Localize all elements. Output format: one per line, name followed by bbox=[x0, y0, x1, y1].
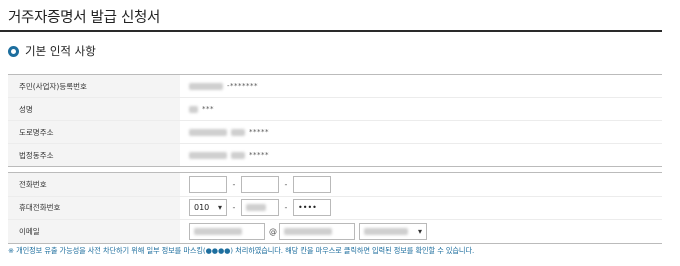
phone-separator: - bbox=[232, 179, 236, 189]
table-row: 주민(사업자)등록번호 -******* bbox=[8, 75, 662, 98]
mobile-prefix-value: 010 bbox=[194, 203, 210, 213]
chevron-down-icon: ▾ bbox=[217, 203, 222, 213]
email-fields: @ ▾ bbox=[180, 220, 662, 243]
table-row: 전화번호 - - bbox=[8, 173, 662, 197]
name-mask: *** bbox=[202, 105, 214, 113]
phone-separator: - bbox=[284, 179, 288, 189]
legal-address-value[interactable]: ***** bbox=[180, 144, 662, 166]
masking-notice: ※ 개인정보 유출 가능성을 사전 차단하기 위해 일부 정보를 마스킹(●●●… bbox=[8, 246, 475, 255]
mobile-middle-redacted bbox=[246, 204, 266, 212]
phone-label: 전화번호 bbox=[8, 173, 180, 196]
mobile-label: 휴대전화번호 bbox=[8, 196, 180, 219]
road-address-label: 도로명주소 bbox=[8, 121, 180, 143]
personal-info-table: 주민(사업자)등록번호 -******* 성명 *** 도로명주소 ***** … bbox=[8, 74, 662, 167]
mobile-last-input[interactable]: •••• bbox=[293, 199, 331, 217]
phone-last-input[interactable] bbox=[293, 175, 331, 193]
rrn-mask: -******* bbox=[227, 82, 259, 90]
section-bullet-icon bbox=[8, 45, 19, 57]
email-domain-input[interactable] bbox=[279, 222, 355, 240]
phone-middle-input[interactable] bbox=[241, 175, 279, 193]
name-label: 성명 bbox=[8, 98, 180, 120]
road-address-value[interactable]: ***** bbox=[180, 121, 662, 143]
table-row: 도로명주소 ***** bbox=[8, 121, 662, 144]
table-row: 법정동주소 ***** bbox=[8, 144, 662, 167]
email-domain-select[interactable]: ▾ bbox=[359, 222, 427, 240]
mobile-prefix-select[interactable]: 010 ▾ bbox=[189, 199, 227, 217]
email-label: 이메일 bbox=[8, 220, 180, 243]
legal-address-mask: ***** bbox=[249, 151, 269, 159]
rrn-value[interactable]: -******* bbox=[180, 75, 662, 97]
mobile-middle-input[interactable] bbox=[241, 199, 279, 217]
title-divider bbox=[0, 30, 662, 32]
section-header: 기본 인적 사항 bbox=[8, 44, 96, 58]
legal-address-redacted bbox=[189, 151, 227, 159]
email-domain-select-redacted bbox=[364, 227, 408, 235]
road-address-redacted bbox=[231, 128, 245, 136]
phone-fields: - - bbox=[180, 173, 662, 196]
legal-address-redacted bbox=[231, 151, 245, 159]
road-address-mask: ***** bbox=[249, 128, 269, 136]
name-redacted bbox=[189, 105, 198, 113]
rrn-redacted bbox=[189, 82, 223, 90]
chevron-down-icon: ▾ bbox=[417, 226, 422, 236]
email-id-redacted bbox=[194, 227, 242, 235]
email-at-sign: @ bbox=[269, 226, 277, 236]
email-id-input[interactable] bbox=[189, 222, 265, 240]
contact-info-table: 전화번호 - - 휴대전화번호 010 ▾ - - •••• 이메일 @ ▾ bbox=[8, 172, 662, 244]
rrn-label: 주민(사업자)등록번호 bbox=[8, 75, 180, 97]
page-title: 거주자증명서 발급 신청서 bbox=[8, 10, 161, 26]
table-row: 이메일 @ ▾ bbox=[8, 220, 662, 244]
name-value[interactable]: *** bbox=[180, 98, 662, 120]
legal-address-label: 법정동주소 bbox=[8, 144, 180, 166]
road-address-redacted bbox=[189, 128, 227, 136]
mobile-last-value: •••• bbox=[298, 203, 317, 213]
mobile-separator: - bbox=[284, 203, 288, 213]
table-row: 휴대전화번호 010 ▾ - - •••• bbox=[8, 196, 662, 220]
mobile-separator: - bbox=[232, 203, 236, 213]
email-domain-redacted bbox=[284, 227, 332, 235]
table-row: 성명 *** bbox=[8, 98, 662, 121]
phone-area-input[interactable] bbox=[189, 175, 227, 193]
mobile-fields: 010 ▾ - - •••• bbox=[180, 197, 662, 220]
section-title: 기본 인적 사항 bbox=[25, 44, 96, 58]
